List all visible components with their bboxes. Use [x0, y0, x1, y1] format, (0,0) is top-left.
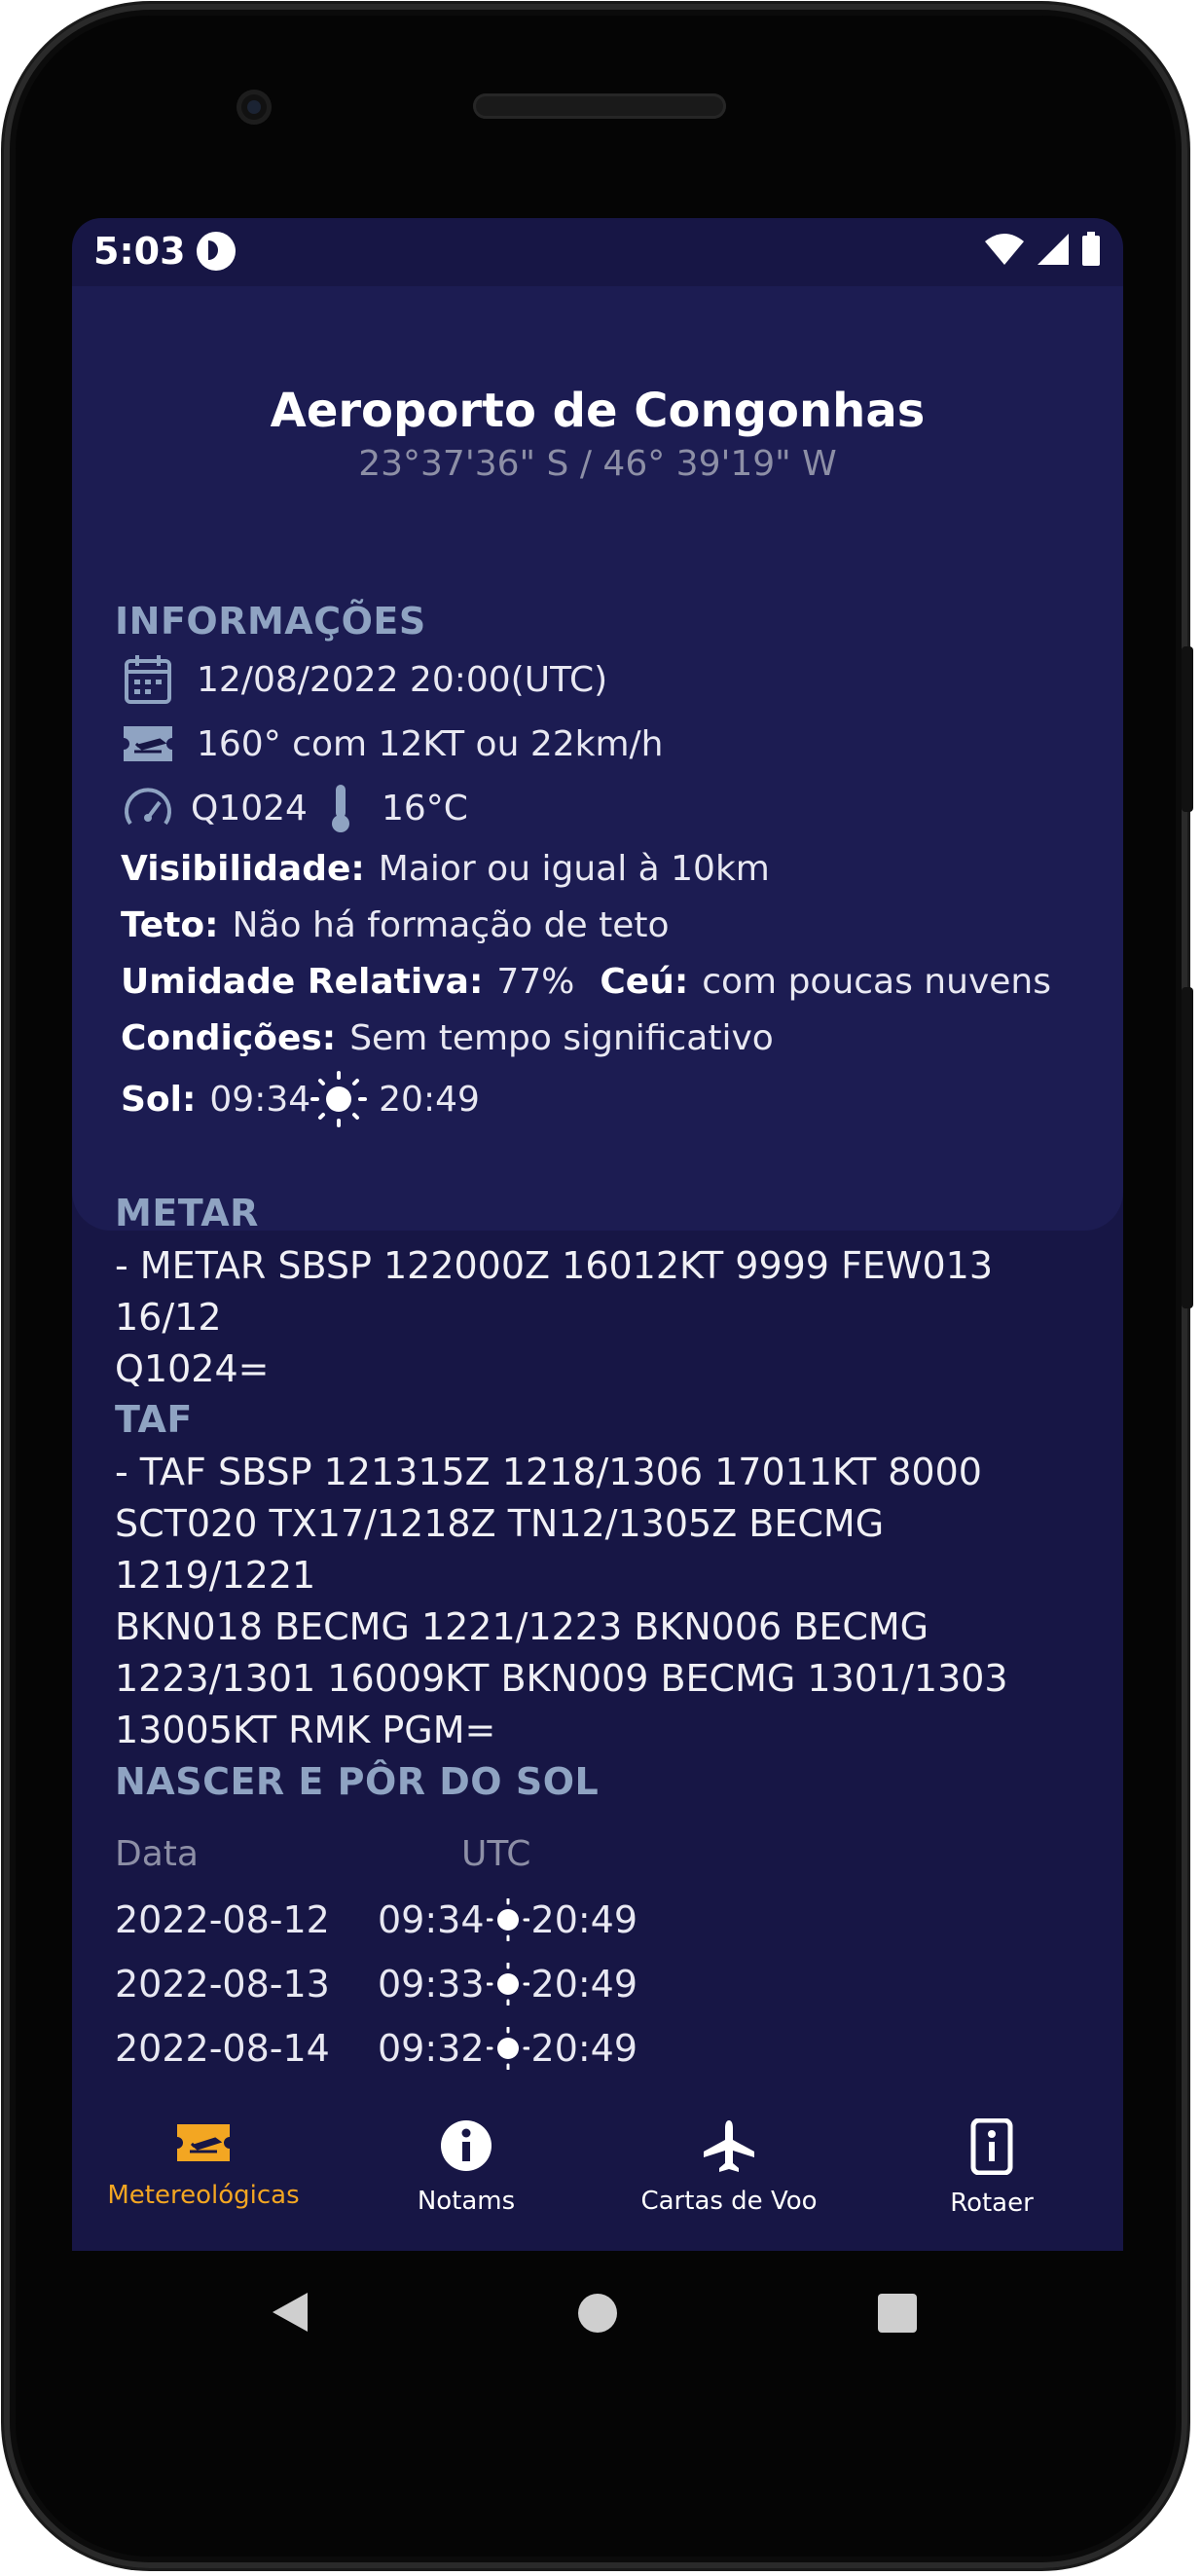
sun-icon	[486, 1898, 529, 1941]
datetime-value: 12/08/2022 20:00(UTC)	[197, 659, 608, 700]
nav-label: Metereológicas	[107, 2181, 300, 2210]
conditions-label: Condições:	[121, 1018, 337, 1058]
taf-text: - TAF SBSP 121315Z 1218/1306 17011KT 800…	[115, 1447, 1088, 1756]
nav-label: Cartas de Voo	[640, 2187, 818, 2216]
ticket-plane-icon	[124, 726, 172, 761]
humidity-value: 77%	[496, 962, 575, 1002]
pressure-temp-row: Q1024 16°C	[121, 781, 468, 835]
airport-title: Aeroporto de Congonhas	[270, 384, 926, 438]
sun-table-row: 2022-08-12 09:34 20:49	[115, 1898, 637, 1941]
cell-signal-icon	[1038, 234, 1069, 265]
info-circle-icon	[441, 2120, 492, 2171]
airport-coordinates: 23°37'36" S / 46° 39'19" W	[358, 444, 837, 484]
sun-icon	[486, 1963, 529, 2006]
nav-item-notams[interactable]: Notams	[335, 2097, 598, 2251]
sun-table-date: 2022-08-13	[115, 1963, 330, 2006]
phone-frame: 5:03 Aeroporto de Congonhas 23°37'36" S …	[4, 4, 1193, 2568]
bottom-navigation: Metereológicas Notams Cartas de Voo Rota…	[72, 2097, 1123, 2251]
humidity-sky-row: Umidade Relativa: 77% Ceú: com poucas nu…	[121, 962, 1051, 1002]
sun-icon	[310, 1071, 368, 1127]
calendar-icon	[125, 655, 171, 704]
metar-section-title: METAR	[115, 1192, 259, 1234]
visibility-value: Maior ou igual à 10km	[378, 849, 770, 889]
taf-line: SCT020 TX17/1218Z TN12/1305Z BECMG 1219/…	[115, 1502, 885, 1597]
sunrise-value: 09:34	[209, 1079, 311, 1120]
wind-value: 160° com 12KT ou 22km/h	[197, 723, 664, 764]
sun-icon	[486, 2027, 529, 2070]
taf-section-title: TAF	[115, 1398, 193, 1441]
temperature-value: 16°C	[381, 788, 468, 828]
back-icon[interactable]	[269, 2290, 311, 2335]
nav-label: Notams	[417, 2187, 516, 2216]
sun-row: Sol: 09:34 20:49	[121, 1071, 480, 1127]
visibility-row: Visibilidade: Maior ou igual à 10km	[121, 849, 770, 889]
metar-text: - METAR SBSP 122000Z 16012KT 9999 FEW013…	[115, 1240, 1088, 1395]
status-time: 5:03	[93, 230, 186, 273]
phone-info-icon	[970, 2118, 1013, 2175]
sun-table-header-date: Data	[115, 1834, 199, 1874]
sun-table-row: 2022-08-14 09:32 20:49	[115, 2027, 637, 2070]
notification-app-icon	[197, 232, 236, 271]
taf-line: 1223/1301 16009KT BKN009 BECMG 1301/1303	[115, 1657, 1008, 1700]
sky-value: com poucas nuvens	[702, 962, 1051, 1002]
volume-button	[1182, 987, 1193, 1308]
app-screen: 5:03 Aeroporto de Congonhas 23°37'36" S …	[72, 218, 1123, 2251]
nav-item-cartas-de-voo[interactable]: Cartas de Voo	[598, 2097, 860, 2251]
ceiling-value: Não há formação de teto	[232, 905, 670, 945]
recents-icon[interactable]	[876, 2292, 919, 2335]
nav-item-rotaer[interactable]: Rotaer	[860, 2097, 1123, 2251]
power-button	[1182, 646, 1193, 812]
sun-table-date: 2022-08-14	[115, 2027, 330, 2070]
thermometer-icon	[331, 785, 349, 832]
conditions-value: Sem tempo significativo	[349, 1018, 774, 1058]
nav-label: Rotaer	[950, 2189, 1034, 2218]
front-camera	[237, 90, 272, 125]
ticket-plane-icon	[177, 2124, 230, 2161]
sun-table-rise: 09:34	[378, 1898, 485, 1941]
battery-icon	[1082, 232, 1100, 266]
pressure-value: Q1024	[191, 788, 308, 828]
gauge-icon	[125, 788, 171, 826]
metar-line: - METAR SBSP 122000Z 16012KT 9999 FEW013…	[115, 1244, 994, 1339]
sun-table-header-utc: UTC	[461, 1834, 531, 1874]
ceiling-row: Teto: Não há formação de teto	[121, 905, 669, 945]
wifi-icon	[985, 234, 1024, 265]
status-bar: 5:03	[72, 218, 1123, 286]
system-navigation-bar	[72, 2251, 1123, 2377]
sun-table-set: 20:49	[530, 1898, 638, 1941]
status-icons	[983, 232, 1102, 267]
sun-table-title: NASCER E PÔR DO SOL	[115, 1760, 600, 1803]
metar-line: Q1024=	[115, 1347, 270, 1390]
nav-item-metereologicas[interactable]: Metereológicas	[72, 2097, 335, 2251]
wind-row: 160° com 12KT ou 22km/h	[121, 717, 664, 771]
airplane-icon	[704, 2120, 754, 2172]
humidity-label: Umidade Relativa:	[121, 962, 484, 1002]
sun-table-set: 20:49	[530, 1963, 638, 2006]
sun-label: Sol:	[121, 1079, 197, 1120]
home-icon[interactable]	[576, 2292, 619, 2335]
datetime-row: 12/08/2022 20:00(UTC)	[121, 652, 607, 707]
sun-table-row: 2022-08-13 09:33 20:49	[115, 1963, 637, 2006]
earpiece-speaker	[473, 93, 726, 119]
sun-table-set: 20:49	[530, 2027, 638, 2070]
visibility-label: Visibilidade:	[121, 849, 365, 889]
taf-line: 13005KT RMK PGM=	[115, 1709, 496, 1751]
ceiling-label: Teto:	[121, 905, 219, 945]
sun-table-rise: 09:32	[378, 2027, 485, 2070]
conditions-row: Condições: Sem tempo significativo	[121, 1018, 774, 1058]
taf-line: BKN018 BECMG 1221/1223 BKN006 BECMG	[115, 1605, 929, 1648]
info-section-title: INFORMAÇÕES	[115, 600, 426, 643]
taf-line: - TAF SBSP 121315Z 1218/1306 17011KT 800…	[115, 1451, 982, 1493]
sunset-value: 20:49	[379, 1079, 480, 1120]
sun-table-date: 2022-08-12	[115, 1898, 330, 1941]
sky-label: Ceú:	[600, 962, 689, 1002]
sun-table-rise: 09:33	[378, 1963, 485, 2006]
